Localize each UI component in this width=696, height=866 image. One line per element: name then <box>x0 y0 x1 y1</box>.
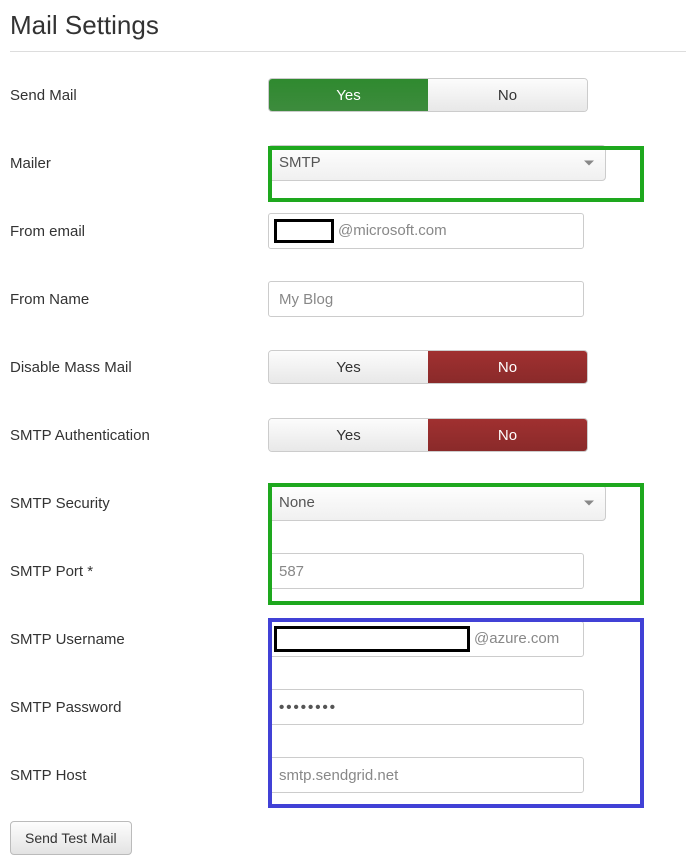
label-smtp-port: SMTP Port * <box>10 563 268 580</box>
toggle-send-mail: Yes No <box>268 78 588 112</box>
divider <box>10 51 686 52</box>
from-name-input[interactable] <box>268 281 584 317</box>
label-from-email: From email <box>10 223 268 240</box>
send-mail-yes-button[interactable]: Yes <box>269 79 428 111</box>
row-disable-mass-mail: Disable Mass Mail Yes No <box>10 349 686 385</box>
row-mailer: Mailer SMTP <box>10 145 686 181</box>
label-mailer: Mailer <box>10 155 268 172</box>
disable-mass-mail-no-button[interactable]: No <box>428 351 587 383</box>
row-smtp-security: SMTP Security None <box>10 485 686 521</box>
label-disable-mass-mail: Disable Mass Mail <box>10 359 268 376</box>
label-smtp-security: SMTP Security <box>10 495 268 512</box>
label-smtp-host: SMTP Host <box>10 767 268 784</box>
row-smtp-username: SMTP Username @azure.com <box>10 621 686 657</box>
redaction-box <box>274 219 334 243</box>
row-smtp-host: SMTP Host <box>10 757 686 793</box>
send-test-mail-button[interactable]: Send Test Mail <box>10 821 132 855</box>
smtp-password-input[interactable] <box>268 689 584 725</box>
row-smtp-password: SMTP Password <box>10 689 686 725</box>
row-from-email: From email @microsoft.com <box>10 213 686 249</box>
smtp-auth-no-button[interactable]: No <box>428 419 587 451</box>
smtp-host-input[interactable] <box>268 757 584 793</box>
row-smtp-port: SMTP Port * <box>10 553 686 589</box>
mailer-select[interactable]: SMTP <box>268 145 606 181</box>
row-smtp-auth: SMTP Authentication Yes No <box>10 417 686 453</box>
row-from-name: From Name <box>10 281 686 317</box>
redaction-box <box>274 626 470 652</box>
label-smtp-password: SMTP Password <box>10 699 268 716</box>
toggle-smtp-auth: Yes No <box>268 418 588 452</box>
toggle-disable-mass-mail: Yes No <box>268 350 588 384</box>
label-send-mail: Send Mail <box>10 87 268 104</box>
page-title: Mail Settings <box>10 10 686 41</box>
disable-mass-mail-yes-button[interactable]: Yes <box>269 351 428 383</box>
mailer-select-value: SMTP <box>279 154 321 171</box>
send-mail-no-button[interactable]: No <box>428 79 587 111</box>
smtp-port-input[interactable] <box>268 553 584 589</box>
label-smtp-auth: SMTP Authentication <box>10 427 268 444</box>
label-smtp-username: SMTP Username <box>10 631 268 648</box>
label-from-name: From Name <box>10 291 268 308</box>
row-send-mail: Send Mail Yes No <box>10 77 686 113</box>
smtp-auth-yes-button[interactable]: Yes <box>269 419 428 451</box>
smtp-security-select-value: None <box>279 494 315 511</box>
smtp-security-select[interactable]: None <box>268 485 606 521</box>
mail-settings-form: Mail Settings Send Mail Yes No Mailer SM… <box>10 10 686 855</box>
